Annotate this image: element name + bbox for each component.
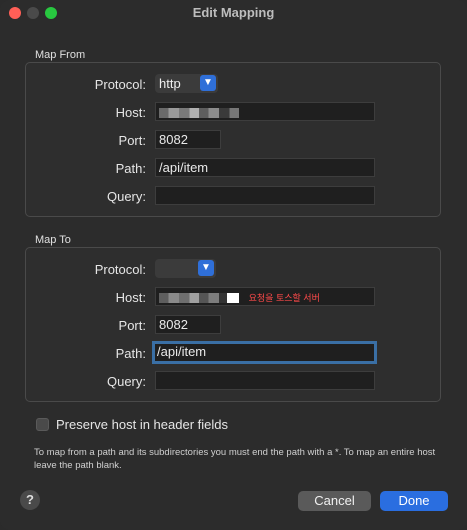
to-port-label: Port:: [118, 318, 146, 333]
title-bar: Edit Mapping: [0, 0, 467, 26]
map-from-label: Map From: [35, 49, 86, 61]
cancel-button[interactable]: Cancel: [298, 491, 371, 511]
from-query-label: Query:: [106, 189, 146, 204]
to-host-label: Host:: [115, 290, 146, 305]
to-protocol-select[interactable]: ▼: [155, 259, 216, 278]
chevron-down-icon: ▼: [198, 260, 214, 276]
from-protocol-label: Protocol:: [94, 77, 146, 92]
from-port-label: Port:: [118, 133, 146, 148]
to-path-field[interactable]: /api/item: [152, 341, 377, 364]
to-query-label: Query:: [106, 374, 146, 389]
from-query-field[interactable]: [155, 186, 375, 205]
to-query-field[interactable]: [155, 371, 375, 390]
redacted-host-blur: [159, 107, 239, 118]
from-protocol-select[interactable]: http ▼: [155, 74, 218, 93]
from-port-field[interactable]: 8082: [155, 130, 221, 149]
to-path-label: Path:: [115, 346, 146, 361]
redacted-host-blur: [159, 292, 239, 303]
window-title: Edit Mapping: [192, 5, 275, 20]
host-annotation: 요청을 토스할 서버: [248, 292, 320, 303]
from-path-field[interactable]: /api/item: [155, 158, 375, 177]
to-port-field[interactable]: 8082: [155, 315, 221, 334]
help-text: To map from a path and its subdirectorie…: [34, 447, 436, 471]
done-button[interactable]: Done: [380, 491, 448, 511]
preserve-host-checkbox[interactable]: [36, 418, 49, 431]
to-protocol-label: Protocol:: [94, 262, 146, 277]
edit-mapping-window: Edit Mapping Map From Protocol: http ▼ H…: [0, 0, 467, 530]
chevron-down-icon: ▼: [200, 75, 216, 91]
preserve-host-label[interactable]: Preserve host in header fields: [56, 417, 228, 432]
from-protocol-value: http: [159, 76, 181, 91]
from-host-label: Host:: [115, 105, 146, 120]
from-host-field[interactable]: [155, 102, 375, 121]
help-button[interactable]: ?: [20, 490, 40, 510]
from-path-label: Path:: [115, 161, 146, 176]
to-host-field[interactable]: 요청을 토스할 서버: [155, 287, 375, 306]
map-to-label: Map To: [35, 234, 71, 246]
